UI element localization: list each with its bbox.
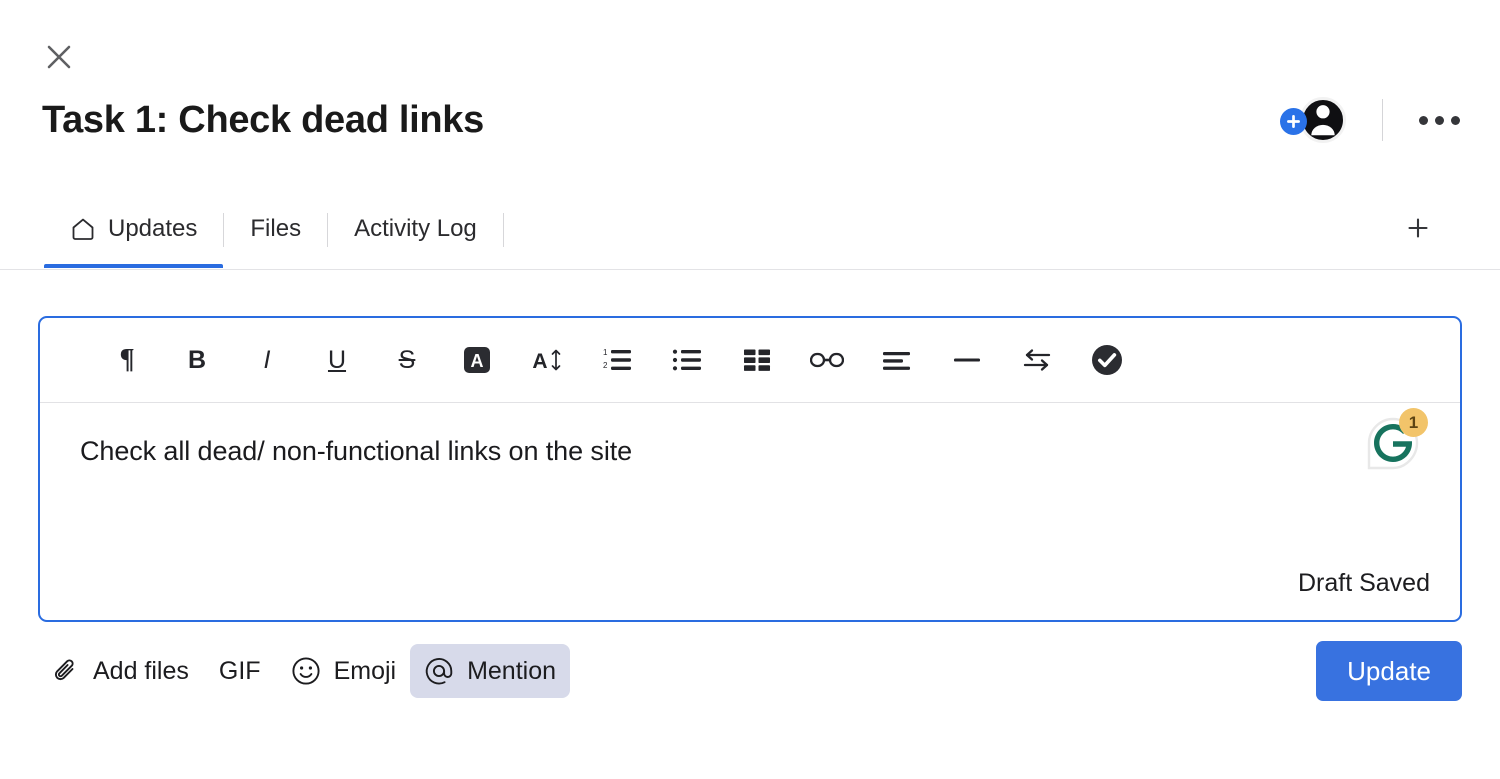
svg-text:2: 2 (603, 361, 608, 370)
update-button[interactable]: Update (1316, 641, 1462, 701)
checkmark-button[interactable] (1072, 334, 1142, 386)
pilcrow-icon: ¶ (119, 344, 135, 375)
paperclip-icon (54, 659, 74, 681)
link-button[interactable] (792, 334, 862, 386)
action-label: Mention (467, 656, 557, 685)
editor-footer: Add files GIF Emoji Mention Update (38, 638, 1462, 704)
table-icon (744, 349, 770, 371)
bulleted-list-button[interactable] (652, 334, 722, 386)
tab-list: Updates Files Activity Log (0, 190, 504, 270)
link-icon (810, 352, 844, 368)
text-color-button[interactable]: A (442, 334, 512, 386)
action-label: Add files (93, 656, 189, 685)
add-assignee-button[interactable] (1280, 108, 1307, 135)
text-color-icon: A (464, 347, 490, 373)
dot-icon (1451, 115, 1460, 125)
bulleted-list-icon (672, 349, 701, 371)
emoji-button[interactable]: Emoji (277, 644, 411, 698)
dot-icon (1419, 115, 1428, 125)
add-files-button[interactable]: Add files (38, 645, 203, 698)
svg-text:A: A (532, 350, 547, 373)
align-button[interactable] (862, 334, 932, 386)
svg-text:1: 1 (603, 348, 608, 357)
tab-files[interactable]: Files (224, 190, 327, 268)
header-divider (1382, 99, 1383, 141)
at-icon (425, 658, 453, 685)
tab-bar: Updates Files Activity Log (0, 190, 1500, 270)
mention-button[interactable]: Mention (410, 644, 571, 698)
tab-updates[interactable]: Updates (44, 190, 224, 268)
swap-arrows-icon (1023, 349, 1051, 371)
person-icon (1311, 105, 1335, 136)
page-title: Task 1: Check dead links (42, 99, 484, 141)
action-label: GIF (218, 656, 261, 685)
svg-text:A: A (471, 351, 484, 371)
editor-toolbar: ¶ B I U S A A 1 2 (40, 318, 1460, 403)
numbered-list-button[interactable]: 1 2 (582, 334, 652, 386)
close-icon (47, 45, 71, 69)
horizontal-rule-button[interactable] (932, 334, 1002, 386)
action-label: Emoji (333, 656, 397, 685)
close-button[interactable] (40, 38, 78, 76)
add-tab-button[interactable] (1398, 208, 1438, 248)
tab-separator (502, 213, 504, 247)
italic-icon: I (263, 345, 271, 374)
editor-content[interactable]: Check all dead/ non-functional links on … (80, 433, 1416, 469)
table-button[interactable] (722, 334, 792, 386)
font-size-icon: A (532, 349, 561, 373)
grammarly-alert-badge: 1 (1399, 408, 1428, 437)
smiley-icon (292, 657, 320, 685)
bold-button[interactable]: B (162, 334, 232, 386)
dot-icon (1435, 115, 1444, 125)
task-detail-panel: Task 1: Check dead links Updates Files A… (0, 0, 1500, 779)
tab-label: Updates (108, 215, 198, 242)
plus-icon (1408, 218, 1428, 238)
tab-label: Files (250, 215, 302, 242)
home-icon (72, 218, 94, 240)
underline-button[interactable]: U (302, 334, 372, 386)
tab-label: Activity Log (354, 215, 477, 242)
underline-icon: U (327, 345, 347, 374)
title-row: Task 1: Check dead links (0, 90, 1500, 150)
check-circle-icon (1092, 345, 1122, 375)
paragraph-style-button[interactable]: ¶ (92, 334, 162, 386)
tab-activity-log[interactable]: Activity Log (328, 190, 503, 268)
gif-button[interactable]: GIF (203, 645, 277, 698)
horizontal-rule-icon (954, 358, 980, 362)
title-actions (1280, 97, 1462, 143)
assignee-avatar-group[interactable] (1280, 97, 1346, 143)
strikethrough-button[interactable]: S (372, 334, 442, 386)
draft-status: Draft Saved (1297, 569, 1430, 597)
bold-icon: B (187, 345, 207, 374)
italic-button[interactable]: I (232, 334, 302, 386)
plus-icon (1287, 115, 1300, 128)
strikethrough-icon: S (398, 345, 416, 374)
font-size-button[interactable]: A (512, 334, 582, 386)
align-left-icon (883, 352, 910, 370)
numbered-list-icon: 1 2 (603, 348, 631, 370)
swap-button[interactable] (1002, 334, 1072, 386)
more-options-button[interactable] (1417, 108, 1462, 133)
grammarly-button[interactable]: 1 (1362, 408, 1428, 475)
update-editor[interactable]: ¶ B I U S A A 1 2 Check all dead/ non-fu… (38, 316, 1462, 622)
editor-body[interactable]: Check all dead/ non-functional links on … (40, 403, 1460, 620)
